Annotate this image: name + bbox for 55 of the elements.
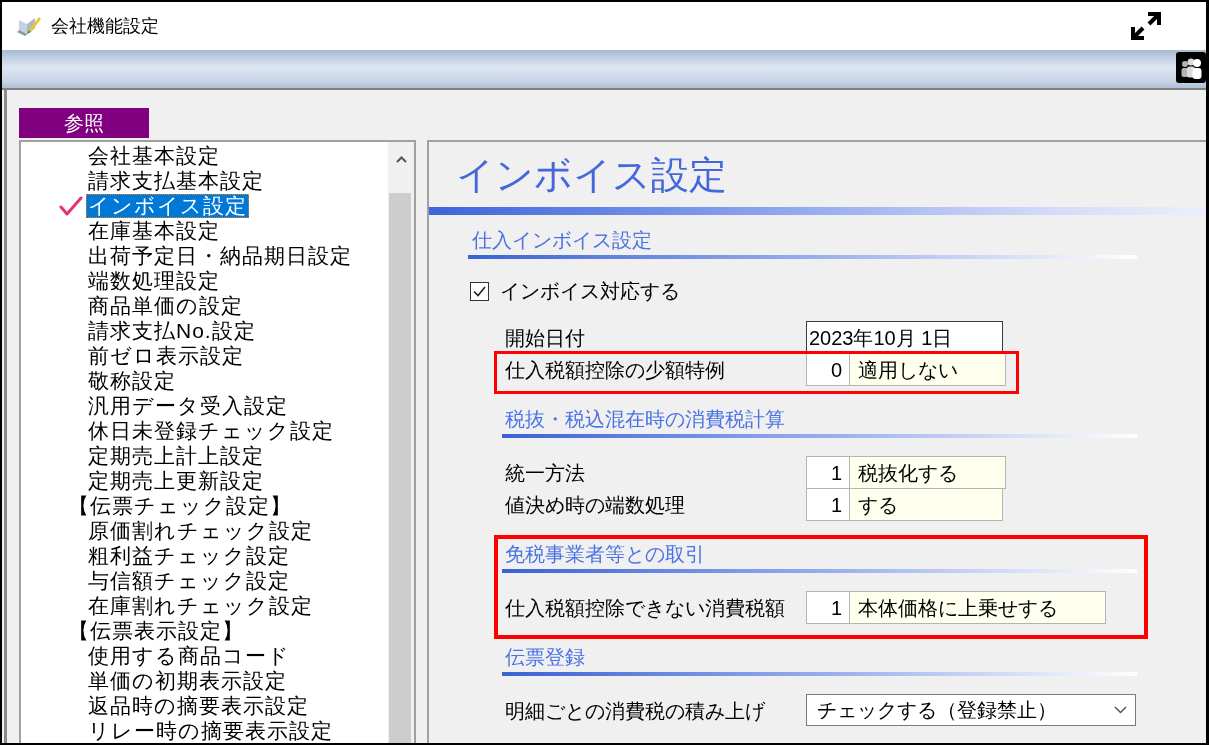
- menu-item[interactable]: 汎用データ受入設定: [86, 393, 290, 418]
- menu-item[interactable]: 休日未登録チェック設定: [86, 418, 336, 443]
- field-label: 仕入税額控除の少額特例: [505, 357, 725, 382]
- section-heading: 税抜・税込混在時の消費税計算: [505, 407, 785, 431]
- code-field[interactable]: 1: [806, 488, 850, 521]
- menu-item[interactable]: 請求支払基本設定: [86, 168, 266, 193]
- menu-item[interactable]: 端数処理設定: [86, 268, 222, 293]
- menu-item[interactable]: インボイス設定: [86, 193, 249, 218]
- menu-item[interactable]: 単価の初期表示設定: [86, 668, 289, 693]
- field-label: 値決め時の端数処理: [505, 492, 685, 517]
- code-field[interactable]: 1: [806, 591, 850, 624]
- checkbox[interactable]: [470, 281, 489, 301]
- value-field: する: [850, 488, 1003, 521]
- menu-item[interactable]: 原価割れチェック設定: [86, 518, 315, 543]
- reference-tab[interactable]: 参照: [19, 108, 149, 138]
- field-label: 統一方法: [505, 460, 585, 485]
- menu-item[interactable]: 定期売上更新設定: [86, 468, 266, 493]
- field-label: 仕入税額控除できない消費税額: [505, 595, 785, 620]
- code-field[interactable]: 1: [806, 456, 850, 489]
- checkbox-label: インボイス対応する: [500, 279, 680, 303]
- value-field: 税抜化する: [850, 456, 1006, 489]
- menu-item[interactable]: 在庫基本設定: [86, 218, 222, 243]
- chevron-up-icon: [395, 155, 407, 163]
- menu-item[interactable]: 商品単価の設定: [86, 293, 245, 318]
- menu-item[interactable]: 前ゼロ表示設定: [86, 343, 246, 368]
- expand-icon[interactable]: [1128, 9, 1164, 43]
- field-label: 開始日付: [505, 325, 585, 350]
- menu-item[interactable]: 在庫割れチェック設定: [86, 593, 315, 618]
- value-field: 本体価格に上乗せする: [850, 591, 1106, 624]
- menu-group-header[interactable]: 【伝票チェック設定】: [66, 493, 294, 518]
- people-icon[interactable]: [1176, 52, 1206, 83]
- field-label: 明細ごとの消費税の積み上げ: [505, 698, 765, 723]
- section-heading: 仕入インボイス設定: [472, 228, 652, 252]
- menu-item[interactable]: 会社基本設定: [86, 143, 222, 168]
- chevron-down-icon: [1114, 706, 1127, 714]
- code-field[interactable]: 0: [806, 353, 850, 386]
- panel-title: インボイス設定: [456, 153, 727, 197]
- section-heading: 免税事業者等との取引: [505, 542, 705, 566]
- menu-item[interactable]: リレー時の摘要表示設定: [86, 718, 335, 743]
- section-heading: 伝票登録: [505, 645, 585, 669]
- menu-item[interactable]: 使用する商品コード: [86, 643, 292, 668]
- menu-group-header[interactable]: 【伝票表示設定】: [66, 618, 246, 643]
- app-icon: [15, 14, 41, 38]
- dropdown[interactable]: チェックする（登録禁止）: [806, 694, 1136, 726]
- menu-item[interactable]: 粗利益チェック設定: [86, 543, 292, 568]
- menu-item[interactable]: 請求支払No.設定: [86, 318, 258, 343]
- check-icon: [59, 195, 83, 216]
- menu-item[interactable]: 定期売上計上設定: [86, 443, 266, 468]
- menu-item[interactable]: 出荷予定日・納品期日設定: [86, 243, 354, 268]
- window-title: 会社機能設定: [51, 15, 159, 38]
- scrollbar-thumb[interactable]: [389, 193, 411, 743]
- menu-item[interactable]: 与信額チェック設定: [86, 568, 292, 593]
- menu-item[interactable]: 敬称設定: [86, 368, 178, 393]
- menu-item[interactable]: 返品時の摘要表示設定: [86, 693, 311, 718]
- value-field: 適用しない: [850, 353, 1006, 386]
